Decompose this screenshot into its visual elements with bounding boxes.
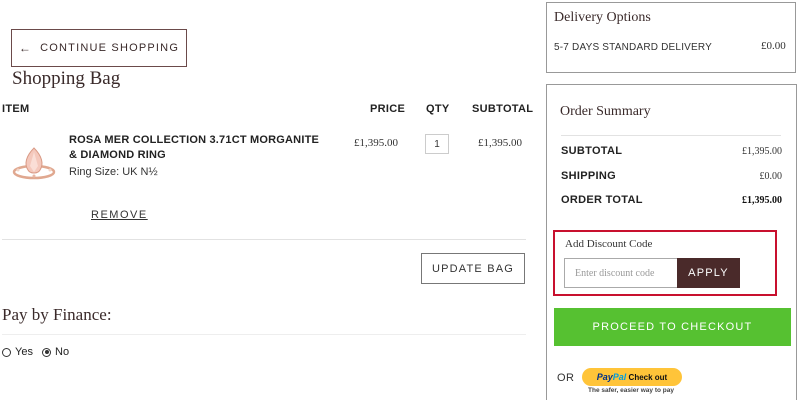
finance-option-yes[interactable]: Yes <box>2 346 33 358</box>
finance-option-label: Yes <box>15 346 33 358</box>
discount-code-input[interactable]: Enter discount code <box>564 258 678 288</box>
finance-title: Pay by Finance: <box>2 305 112 324</box>
discount-code-label: Add Discount Code <box>565 238 653 250</box>
delivery-price: £0.00 <box>761 40 786 52</box>
column-header-qty: QTY <box>426 103 450 115</box>
apply-discount-button[interactable]: APPLY <box>677 258 740 288</box>
paypal-tagline: The safer, easier way to pay <box>588 387 674 394</box>
summary-shipping-value: £0.00 <box>759 171 783 182</box>
paypal-checkout-button[interactable]: PayPal Check out <box>582 368 682 386</box>
item-subtotal: £1,395.00 <box>478 137 522 149</box>
divider <box>2 239 526 240</box>
order-summary-title: Order Summary <box>560 104 651 119</box>
summary-total-label: ORDER TOTAL <box>561 194 643 206</box>
divider <box>2 334 526 335</box>
product-image[interactable] <box>10 142 58 190</box>
update-bag-button[interactable]: UPDATE BAG <box>421 253 525 284</box>
continue-shopping-button[interactable]: ← CONTINUE SHOPPING <box>11 29 187 67</box>
column-header-price: PRICE <box>370 103 406 115</box>
ring-size: Ring Size: UK N½ <box>69 166 158 178</box>
column-header-subtotal: SUBTOTAL <box>472 103 534 115</box>
paypal-checkout-label: Check out <box>628 372 668 382</box>
summary-subtotal-value: £1,395.00 <box>742 146 782 157</box>
product-name[interactable]: ROSA MER COLLECTION 3.71CT MORGANITE & D… <box>69 133 329 163</box>
column-header-item: ITEM <box>2 103 30 115</box>
page-title: Shopping Bag <box>12 68 121 89</box>
finance-option-label: No <box>55 346 70 358</box>
divider <box>561 135 781 136</box>
summary-shipping-label: SHIPPING <box>561 170 616 182</box>
paypal-logo: PayPal <box>596 372 627 382</box>
continue-shopping-label: CONTINUE SHOPPING <box>40 42 180 54</box>
arrow-left-icon: ← <box>18 41 33 55</box>
remove-item-link[interactable]: REMOVE <box>91 209 148 221</box>
item-price: £1,395.00 <box>354 137 398 149</box>
summary-subtotal-label: SUBTOTAL <box>561 145 623 157</box>
radio-unchecked-icon[interactable] <box>2 347 11 357</box>
proceed-to-checkout-button[interactable]: PROCEED TO CHECKOUT <box>554 308 791 346</box>
quantity-input[interactable]: 1 <box>425 134 449 154</box>
delivery-title: Delivery Options <box>554 10 651 25</box>
delivery-option[interactable]: 5-7 DAYS STANDARD DELIVERY <box>554 42 712 53</box>
summary-total-value: £1,395.00 <box>742 195 782 206</box>
finance-option-no[interactable]: No <box>42 346 69 358</box>
or-separator: OR <box>557 372 575 384</box>
radio-checked-icon[interactable] <box>42 347 51 357</box>
